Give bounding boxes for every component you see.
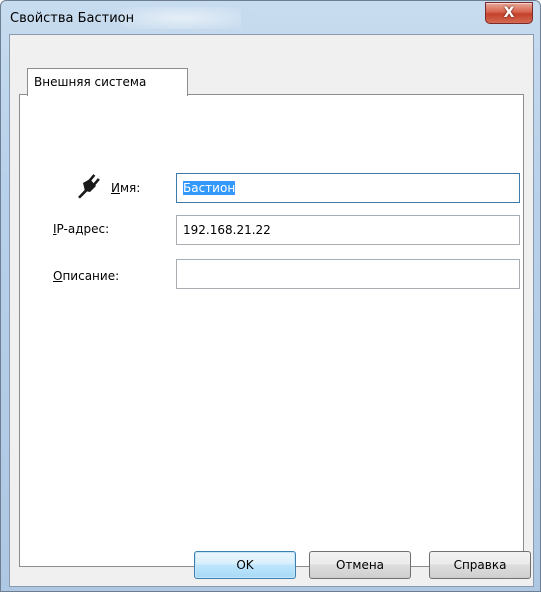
ip-address-value: 192.168.21.22 bbox=[183, 223, 271, 237]
ip-address-label: IP-адрес: bbox=[53, 222, 110, 236]
help-button[interactable]: Справка bbox=[429, 551, 531, 579]
cancel-button[interactable]: Отмена bbox=[309, 551, 411, 579]
properties-dialog: Свойства Бастион X Внешняя система Имя: … bbox=[0, 0, 541, 592]
ok-button[interactable]: OK bbox=[194, 551, 296, 579]
dialog-client-area: Внешняя система Имя: Бастион IP-адрес: 1… bbox=[9, 34, 534, 587]
plug-icon bbox=[78, 174, 100, 199]
description-field[interactable] bbox=[176, 259, 520, 289]
name-field[interactable]: Бастион bbox=[176, 173, 520, 203]
title-bar[interactable]: Свойства Бастион X bbox=[1, 1, 540, 35]
ip-address-field[interactable]: 192.168.21.22 bbox=[176, 215, 520, 245]
description-label: Описание: bbox=[53, 269, 120, 283]
title-glow bbox=[121, 7, 241, 29]
tab-external-system[interactable]: Внешняя система bbox=[27, 68, 188, 96]
name-label: Имя: bbox=[111, 181, 141, 195]
name-field-value: Бастион bbox=[183, 181, 236, 195]
tab-panel: Имя: Бастион IP-адрес: 192.168.21.22 Опи… bbox=[19, 94, 524, 567]
close-button[interactable]: X bbox=[485, 2, 533, 24]
window-title: Свойства Бастион bbox=[10, 11, 135, 26]
close-icon: X bbox=[503, 5, 515, 21]
tab-label: Внешняя система bbox=[34, 75, 147, 89]
